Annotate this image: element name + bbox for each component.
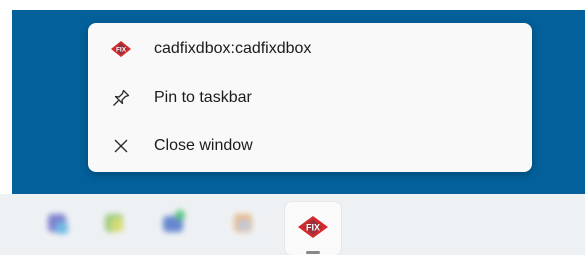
- close-icon: [110, 135, 132, 157]
- taskbar-app-icon[interactable]: [156, 206, 190, 240]
- pin-to-taskbar-label: Pin to taskbar: [154, 89, 252, 106]
- taskbar-app-icon[interactable]: [40, 206, 74, 240]
- svg-text:FIX: FIX: [116, 47, 127, 54]
- taskbar-jump-list: FIX cadfixdbox:cadfixdbox Pin to taskbar…: [88, 23, 532, 172]
- taskbar-cadfix-button[interactable]: FIX: [285, 202, 341, 255]
- svg-text:FIX: FIX: [306, 223, 320, 233]
- close-window-item[interactable]: Close window: [88, 124, 532, 168]
- jump-list-app-item[interactable]: FIX cadfixdbox:cadfixdbox: [88, 27, 532, 71]
- app-title-label: cadfixdbox:cadfixdbox: [154, 40, 312, 57]
- pin-to-taskbar-item[interactable]: Pin to taskbar: [88, 76, 532, 120]
- close-window-label: Close window: [154, 137, 253, 154]
- cadfix-app-icon: FIX: [110, 38, 132, 60]
- taskbar-app-icon[interactable]: [97, 206, 131, 240]
- running-indicator: [306, 251, 320, 254]
- pin-icon: [110, 87, 132, 109]
- taskbar-app-icon[interactable]: [226, 206, 260, 240]
- cadfix-taskbar-icon: FIX: [298, 216, 328, 243]
